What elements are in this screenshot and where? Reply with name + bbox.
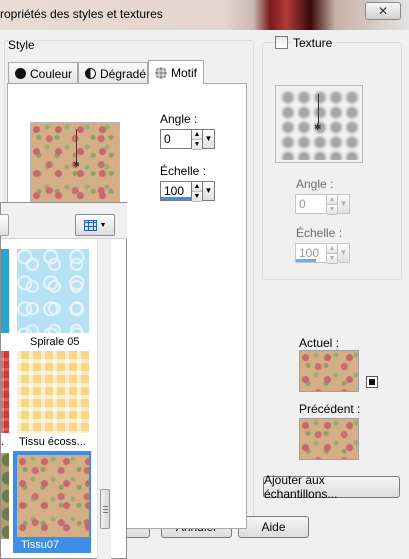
texture-echelle-stepper: ▲ ▼: [327, 243, 338, 264]
title-bar: ropriétés des styles et textures ✕: [0, 0, 409, 30]
texture-angle-spinner: 0 ▲ ▼ ▼: [295, 194, 350, 215]
partial-thumbnail[interactable]: [1, 453, 9, 539]
pattern-dots-icon: [155, 66, 167, 79]
texture-angle-dropdown: ▼: [338, 194, 350, 214]
tab-motif-label: Motif: [171, 65, 198, 80]
texture-angle-handle-icon: ✱: [314, 122, 322, 132]
popup-toolbar: ▼: [0, 203, 127, 239]
precedent-swatch[interactable]: [299, 418, 359, 460]
motif-preview[interactable]: ✱: [30, 122, 120, 204]
texture-echelle-level-bar: [296, 259, 316, 262]
echelle-input[interactable]: 100: [160, 181, 192, 201]
tab-degrade[interactable]: Dégradé: [78, 62, 148, 84]
texture-echelle-input: 100: [295, 243, 327, 263]
swap-icon[interactable]: [366, 376, 378, 388]
grid-view-icon: [83, 219, 97, 231]
partial-thumbnail-label: .: [1, 436, 5, 448]
thumbnail-spirale-05[interactable]: [17, 249, 89, 333]
texture-echelle-dropdown: ▼: [338, 243, 350, 263]
actuel-label: Actuel :: [299, 336, 340, 350]
texture-echelle-label: Échelle :: [296, 226, 343, 240]
echelle-spinner[interactable]: 100 ▲ ▼ ▼: [160, 181, 215, 202]
texture-angle-stepper: ▲ ▼: [327, 194, 338, 215]
texture-angle-input: 0: [295, 194, 327, 214]
angle-input[interactable]: 0: [160, 129, 192, 149]
texture-echelle-spinner: 100 ▲ ▼ ▼: [295, 243, 350, 264]
window-title: ropriétés des styles et textures: [0, 7, 163, 21]
motif-chooser-popup: ▼ . Spirale 05 Tissu écoss... Tissu07: [0, 202, 127, 559]
thumbnail-label-selected: Tissu07: [21, 539, 60, 551]
angle-handle-line: [76, 129, 77, 163]
echelle-dropdown-button[interactable]: ▼: [203, 181, 215, 201]
half-circle-icon: [85, 68, 96, 79]
thumbnail-label: Spirale 05: [30, 336, 80, 348]
view-mode-button[interactable]: ▼: [75, 214, 115, 236]
down-arrow-icon[interactable]: ▼: [192, 140, 202, 150]
angle-handle-icon[interactable]: ✱: [73, 161, 80, 169]
close-icon: ✕: [377, 4, 389, 18]
thumbnail-tissu07[interactable]: [17, 455, 89, 537]
actuel-swatch[interactable]: [299, 350, 359, 392]
angle-dropdown-button[interactable]: ▼: [203, 129, 215, 149]
angle-spinner[interactable]: 0 ▲ ▼ ▼: [160, 129, 215, 150]
texture-angle-handle-line: [318, 94, 319, 124]
down-arrow-icon[interactable]: ▼: [192, 192, 202, 202]
precedent-label: Précédent :: [299, 402, 361, 416]
help-button[interactable]: Aide: [238, 516, 309, 538]
echelle-label: Échelle :: [160, 164, 207, 178]
partial-thumbnail[interactable]: [1, 351, 9, 433]
popup-toolbar-button[interactable]: [0, 214, 9, 236]
texture-preview: ✱: [275, 85, 363, 163]
tab-degrade-label: Dégradé: [100, 66, 147, 81]
close-button[interactable]: ✕: [365, 2, 401, 20]
partial-thumbnail[interactable]: [1, 249, 9, 333]
popup-scrollbar[interactable]: [97, 239, 111, 559]
texture-checkbox-label[interactable]: Texture: [293, 36, 336, 50]
add-swatches-button[interactable]: Ajouter aux échantillons...: [263, 473, 400, 501]
echelle-stepper[interactable]: ▲ ▼: [192, 181, 203, 202]
thumbnail-label: Tissu écoss...: [19, 436, 86, 448]
thumbnail-tissu-ecossais[interactable]: [17, 351, 89, 433]
style-group-label: Style: [8, 38, 35, 52]
tab-couleur[interactable]: Couleur: [8, 62, 78, 84]
grip-icon: [103, 504, 108, 513]
up-arrow-icon[interactable]: ▲: [192, 130, 202, 140]
echelle-level-bar: [161, 197, 191, 200]
angle-label: Angle :: [160, 112, 198, 126]
texture-angle-label: Angle :: [296, 177, 334, 191]
texture-checkbox[interactable]: [275, 36, 288, 49]
scrollbar-thumb[interactable]: [100, 489, 110, 529]
tab-couleur-label: Couleur: [30, 66, 73, 81]
angle-stepper[interactable]: ▲ ▼: [192, 129, 203, 150]
tab-motif[interactable]: Motif: [148, 60, 204, 84]
up-arrow-icon[interactable]: ▲: [192, 182, 202, 192]
circle-fill-icon: [15, 68, 26, 79]
chevron-down-icon: ▼: [99, 221, 107, 229]
